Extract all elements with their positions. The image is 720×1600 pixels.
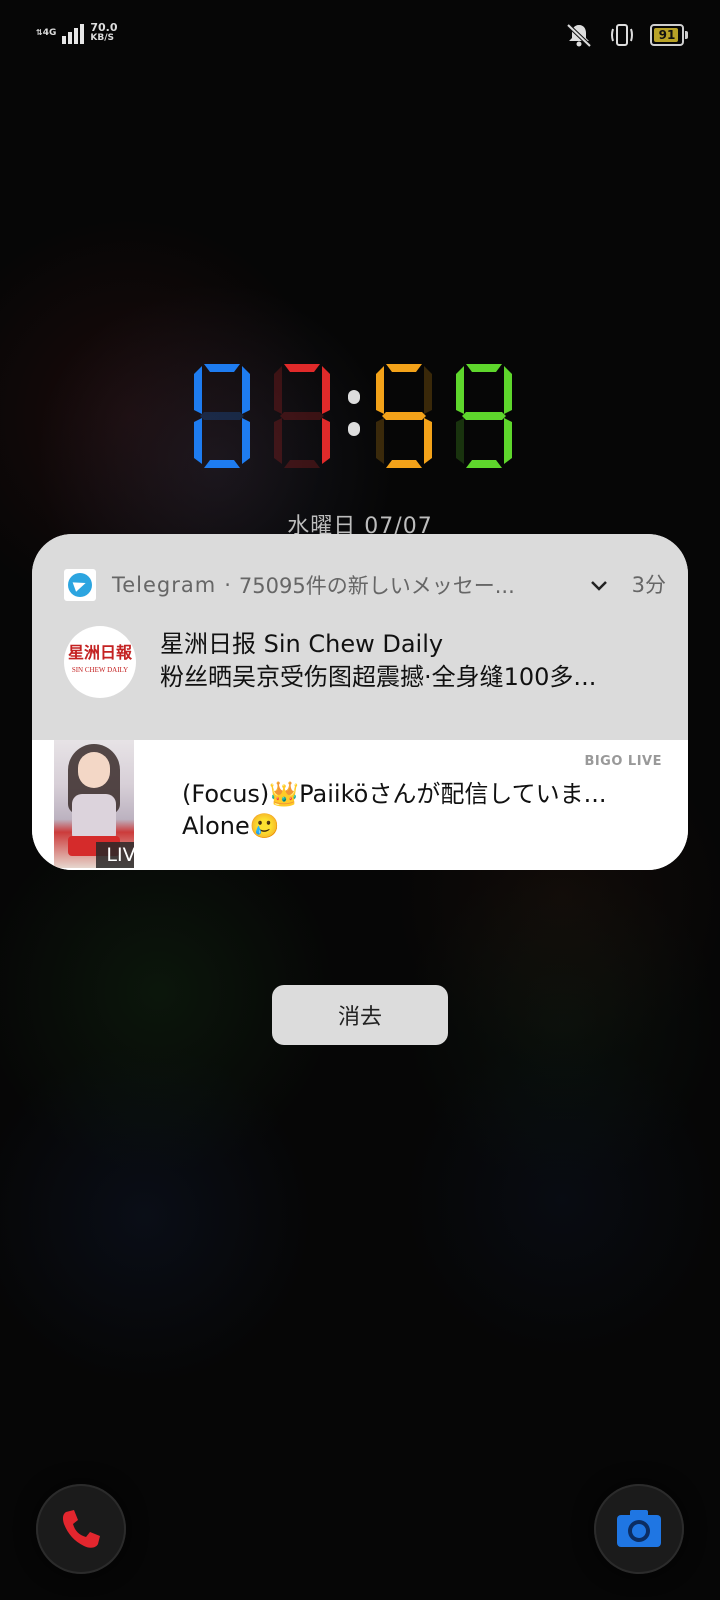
clock-hour-ones — [270, 360, 334, 470]
phone-shortcut-button[interactable] — [36, 1484, 126, 1574]
bigo-live-brand: BIGO LIVE — [584, 754, 662, 769]
network-type: ⇅4G — [36, 28, 56, 38]
notification-app-name: Telegram — [112, 573, 217, 597]
stream-thumbnail: LIVE — [54, 740, 134, 868]
telegram-notification[interactable]: Telegram · 75095件の新しいメッセー... 3分 星洲日報 SIN… — [32, 534, 688, 742]
bigo-notification-body: Alone🥲 — [182, 812, 280, 840]
camera-shortcut-button[interactable] — [594, 1484, 684, 1574]
lockscreen-clock — [190, 360, 530, 470]
bell-muted-icon — [566, 23, 592, 48]
dismiss-button[interactable]: 消去 — [272, 985, 448, 1045]
clock-minute-ones — [452, 360, 516, 470]
notification-summary: 75095件の新しいメッセー... — [238, 574, 515, 598]
avatar-logo-english: SIN CHEW DAILY — [71, 666, 129, 674]
clock-colon — [344, 360, 364, 470]
bigo-live-notification[interactable]: LIVE BIGO LIVE (Focus)👑Paiiköさんが配信していま..… — [32, 740, 688, 870]
notification-time: 3分 — [631, 573, 666, 597]
avatar: 星洲日報 SIN CHEW DAILY — [64, 626, 136, 698]
notification-sender: 星洲日报 Sin Chew Daily — [160, 630, 444, 658]
battery-level: 91 — [658, 28, 676, 42]
network-arrows-icon: ⇅ — [36, 28, 43, 37]
header-separator: · — [224, 573, 231, 597]
network-speed: 70.0 KB/S — [90, 22, 117, 44]
clock-minute-tens — [372, 360, 436, 470]
vibrate-icon — [611, 24, 633, 46]
clock-hour-tens — [190, 360, 254, 470]
network-type-label: 4G — [42, 28, 57, 38]
signal-strength-icon — [62, 22, 85, 44]
status-bar-left: ⇅4G 70.0 KB/S — [36, 22, 118, 44]
notification-card[interactable]: Telegram · 75095件の新しいメッセー... 3分 星洲日報 SIN… — [32, 534, 688, 870]
live-badge: LIVE — [96, 842, 134, 868]
battery-icon: 91 — [650, 24, 688, 46]
bigo-notification-title: (Focus)👑Paiiköさんが配信していま... — [182, 780, 607, 808]
telegram-notification-header: Telegram · 75095件の新しいメッセー... 3分 — [64, 569, 666, 601]
phone-icon — [62, 1510, 100, 1548]
telegram-icon — [64, 569, 96, 601]
notification-message: 粉丝晒吴京受伤图超震撼·全身缝100多... — [160, 663, 597, 691]
avatar-logo-chinese: 星洲日報 — [68, 643, 133, 662]
chevron-down-icon[interactable] — [590, 573, 608, 597]
status-bar-right: 91 — [564, 22, 688, 48]
network-speed-value: 70.0 — [90, 21, 118, 34]
network-speed-unit: KB/S — [90, 33, 114, 43]
camera-icon — [617, 1510, 661, 1547]
